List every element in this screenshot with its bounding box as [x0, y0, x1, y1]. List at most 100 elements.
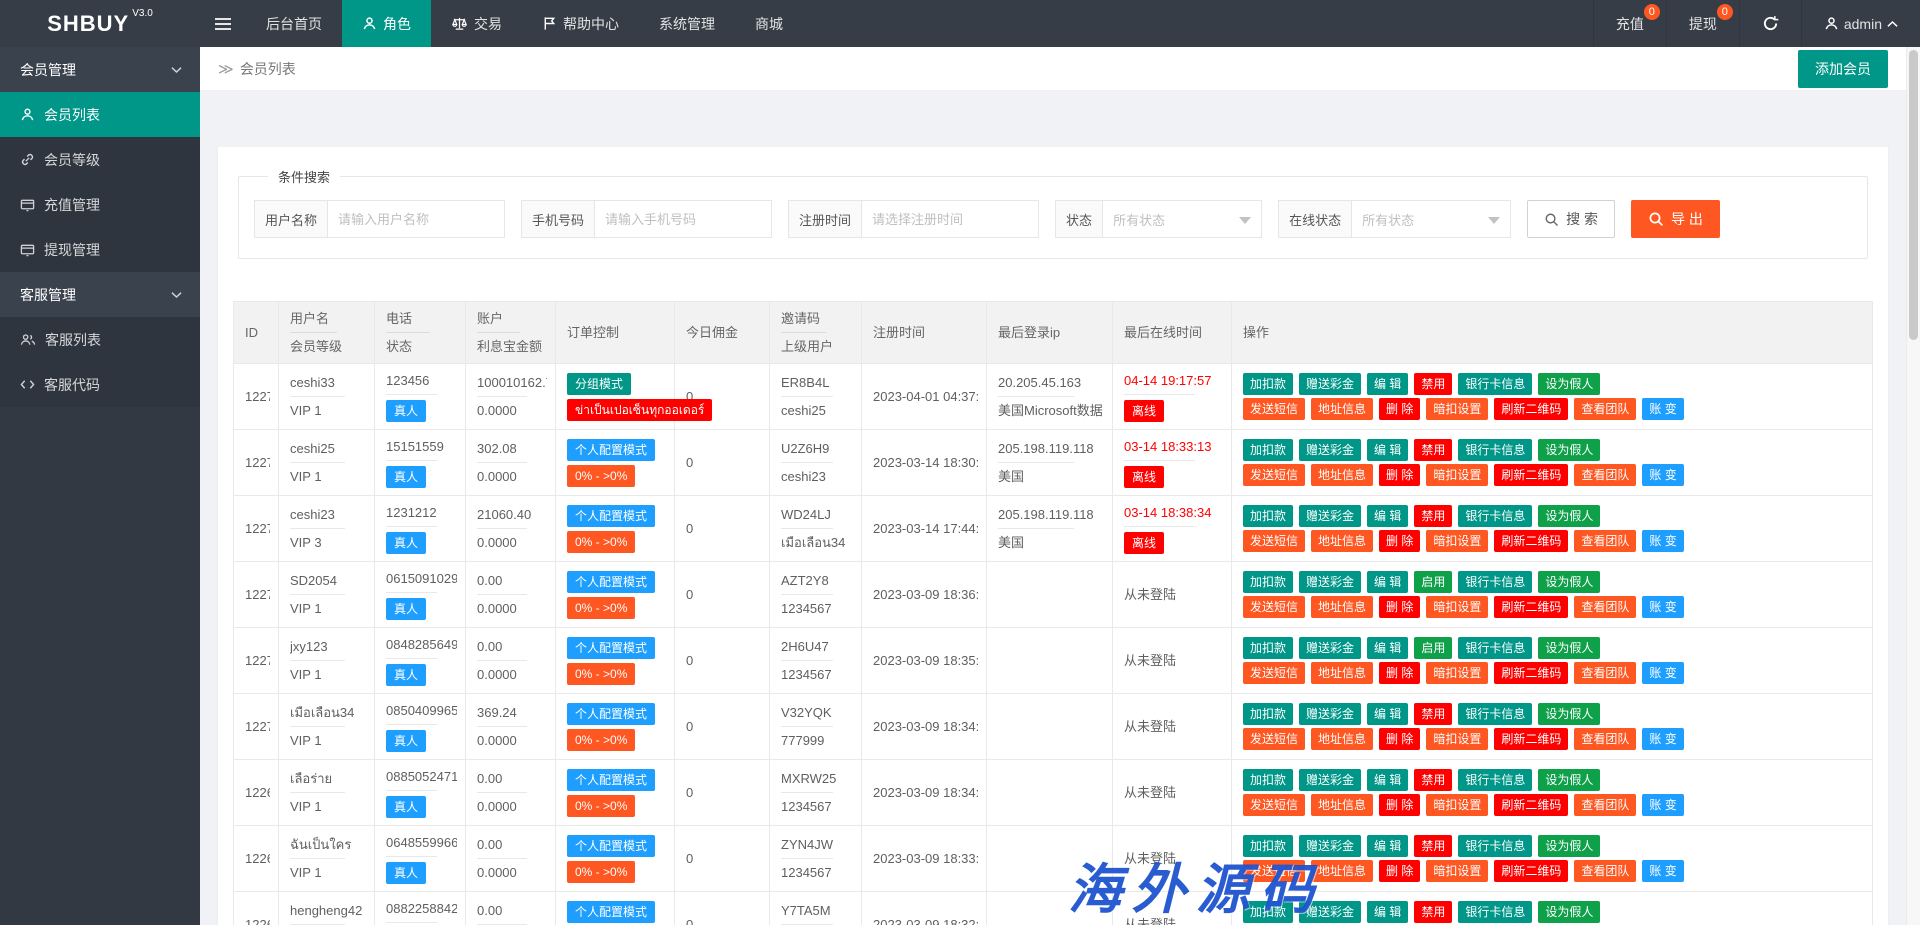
action-button-red[interactable]: 删 除	[1379, 860, 1420, 882]
action-button-teal[interactable]: 银行卡信息	[1458, 703, 1532, 725]
action-button-orange[interactable]: 地址信息	[1311, 530, 1373, 552]
nav-item-help[interactable]: 帮助中心	[522, 0, 639, 47]
action-button-teal[interactable]: 加扣款	[1243, 439, 1293, 461]
action-button-toggle[interactable]: 禁用	[1414, 769, 1452, 791]
action-button-red[interactable]: 刷新二维码	[1494, 794, 1568, 816]
phone-input[interactable]	[594, 200, 772, 238]
order-mode-badge[interactable]: 个人配置模式	[567, 505, 655, 527]
action-button-blue[interactable]: 账 变	[1642, 860, 1683, 882]
action-button-orange[interactable]: 查看团队	[1574, 530, 1636, 552]
action-button-red[interactable]: 刷新二维码	[1494, 728, 1568, 750]
regtime-input[interactable]	[861, 200, 1039, 238]
order-rate-badge[interactable]: 0% - >0%	[567, 531, 635, 553]
action-button-orange[interactable]: 查看团队	[1574, 728, 1636, 750]
action-button-green[interactable]: 设为假人	[1538, 439, 1600, 461]
action-button-blue[interactable]: 账 变	[1642, 662, 1683, 684]
action-button-toggle[interactable]: 启用	[1414, 637, 1452, 659]
action-button-orange[interactable]: 暗扣设置	[1426, 728, 1488, 750]
order-rate-badge[interactable]: 0% - >0%	[567, 465, 635, 487]
action-button-orange[interactable]: 发送短信	[1243, 662, 1305, 684]
action-button-teal[interactable]: 赠送彩金	[1299, 571, 1361, 593]
search-button[interactable]: 搜 索	[1527, 200, 1615, 238]
action-button-orange[interactable]: 查看团队	[1574, 860, 1636, 882]
sidebar-item-withdraw-mgmt[interactable]: 提现管理	[0, 227, 200, 272]
action-button-teal[interactable]: 编 辑	[1367, 505, 1408, 527]
refresh-button[interactable]	[1739, 0, 1801, 47]
nav-item-system[interactable]: 系统管理	[639, 0, 735, 47]
action-button-teal[interactable]: 加扣款	[1243, 901, 1293, 923]
action-button-red[interactable]: 删 除	[1379, 530, 1420, 552]
menu-toggle-icon[interactable]	[200, 0, 246, 47]
action-button-blue[interactable]: 账 变	[1642, 398, 1683, 420]
order-mode-badge[interactable]: 分组模式	[567, 373, 631, 395]
status-select[interactable]: 所有状态	[1102, 200, 1262, 238]
scrollbar-track[interactable]	[1906, 47, 1920, 925]
action-button-green[interactable]: 设为假人	[1538, 703, 1600, 725]
action-button-red[interactable]: 删 除	[1379, 728, 1420, 750]
action-button-teal[interactable]: 编 辑	[1367, 835, 1408, 857]
sidebar-group-member[interactable]: 会员管理	[0, 47, 200, 92]
action-button-red[interactable]: 刷新二维码	[1494, 398, 1568, 420]
action-button-orange[interactable]: 查看团队	[1574, 398, 1636, 420]
action-button-toggle[interactable]: 禁用	[1414, 901, 1452, 923]
action-button-orange[interactable]: 暗扣设置	[1426, 596, 1488, 618]
recharge-button[interactable]: 充值 0	[1593, 0, 1666, 47]
action-button-toggle[interactable]: 禁用	[1414, 373, 1452, 395]
action-button-teal[interactable]: 编 辑	[1367, 901, 1408, 923]
action-button-green[interactable]: 设为假人	[1538, 901, 1600, 923]
order-mode-badge[interactable]: 个人配置模式	[567, 703, 655, 725]
action-button-teal[interactable]: 编 辑	[1367, 439, 1408, 461]
action-button-orange[interactable]: 暗扣设置	[1426, 464, 1488, 486]
add-member-button[interactable]: 添加会员	[1798, 50, 1888, 88]
order-rate-badge[interactable]: 0% - >0%	[567, 729, 635, 751]
action-button-red[interactable]: 刷新二维码	[1494, 860, 1568, 882]
online-status-select[interactable]: 所有状态	[1351, 200, 1511, 238]
action-button-orange[interactable]: 查看团队	[1574, 464, 1636, 486]
action-button-blue[interactable]: 账 变	[1642, 728, 1683, 750]
action-button-red[interactable]: 删 除	[1379, 662, 1420, 684]
username-input[interactable]	[327, 200, 505, 238]
action-button-orange[interactable]: 地址信息	[1311, 596, 1373, 618]
action-button-teal[interactable]: 加扣款	[1243, 373, 1293, 395]
action-button-teal[interactable]: 银行卡信息	[1458, 769, 1532, 791]
nav-item-trade[interactable]: 交易	[431, 0, 522, 47]
action-button-teal[interactable]: 编 辑	[1367, 703, 1408, 725]
sidebar-item-service-code[interactable]: 客服代码	[0, 362, 200, 407]
action-button-toggle[interactable]: 禁用	[1414, 439, 1452, 461]
action-button-toggle[interactable]: 禁用	[1414, 835, 1452, 857]
action-button-teal[interactable]: 银行卡信息	[1458, 637, 1532, 659]
order-rate-badge[interactable]: ข่าเป็นเปอเซ็นทุกออเดอร์	[567, 399, 712, 421]
export-button[interactable]: 导 出	[1631, 200, 1720, 238]
action-button-orange[interactable]: 发送短信	[1243, 728, 1305, 750]
action-button-red[interactable]: 刷新二维码	[1494, 596, 1568, 618]
action-button-orange[interactable]: 发送短信	[1243, 530, 1305, 552]
sidebar-item-member-list[interactable]: 会员列表	[0, 92, 200, 137]
action-button-green[interactable]: 设为假人	[1538, 769, 1600, 791]
action-button-teal[interactable]: 编 辑	[1367, 373, 1408, 395]
action-button-toggle[interactable]: 禁用	[1414, 703, 1452, 725]
order-rate-badge[interactable]: 0% - >0%	[567, 663, 635, 685]
action-button-teal[interactable]: 赠送彩金	[1299, 703, 1361, 725]
action-button-orange[interactable]: 暗扣设置	[1426, 398, 1488, 420]
order-mode-badge[interactable]: 个人配置模式	[567, 571, 655, 593]
action-button-orange[interactable]: 查看团队	[1574, 596, 1636, 618]
action-button-blue[interactable]: 账 变	[1642, 464, 1683, 486]
action-button-green[interactable]: 设为假人	[1538, 835, 1600, 857]
sidebar-item-service-list[interactable]: 客服列表	[0, 317, 200, 362]
action-button-orange[interactable]: 地址信息	[1311, 662, 1373, 684]
order-mode-badge[interactable]: 个人配置模式	[567, 769, 655, 791]
nav-item-mall[interactable]: 商城	[735, 0, 803, 47]
action-button-orange[interactable]: 发送短信	[1243, 794, 1305, 816]
action-button-teal[interactable]: 赠送彩金	[1299, 835, 1361, 857]
action-button-red[interactable]: 删 除	[1379, 596, 1420, 618]
order-mode-badge[interactable]: 个人配置模式	[567, 901, 655, 923]
action-button-orange[interactable]: 发送短信	[1243, 596, 1305, 618]
action-button-teal[interactable]: 赠送彩金	[1299, 769, 1361, 791]
action-button-teal[interactable]: 赠送彩金	[1299, 637, 1361, 659]
action-button-teal[interactable]: 加扣款	[1243, 769, 1293, 791]
action-button-red[interactable]: 刷新二维码	[1494, 464, 1568, 486]
action-button-blue[interactable]: 账 变	[1642, 530, 1683, 552]
user-menu[interactable]: admin	[1801, 0, 1920, 47]
action-button-teal[interactable]: 赠送彩金	[1299, 373, 1361, 395]
action-button-teal[interactable]: 赠送彩金	[1299, 505, 1361, 527]
